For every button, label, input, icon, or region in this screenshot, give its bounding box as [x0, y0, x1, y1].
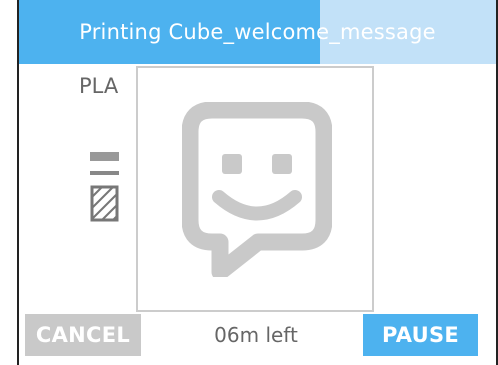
- material-label: PLA: [79, 74, 119, 98]
- print-progress-bar: Printing Cube_welcome_message: [19, 0, 496, 64]
- print-job-title: Printing Cube_welcome_message: [79, 20, 436, 44]
- smiley-speech-bubble-icon: [182, 102, 332, 277]
- model-preview: [136, 66, 374, 312]
- pause-button[interactable]: PAUSE: [363, 314, 478, 356]
- cancel-button[interactable]: CANCEL: [25, 314, 141, 356]
- infill-pattern-icon: [90, 152, 119, 224]
- time-remaining: 06m left: [214, 323, 298, 347]
